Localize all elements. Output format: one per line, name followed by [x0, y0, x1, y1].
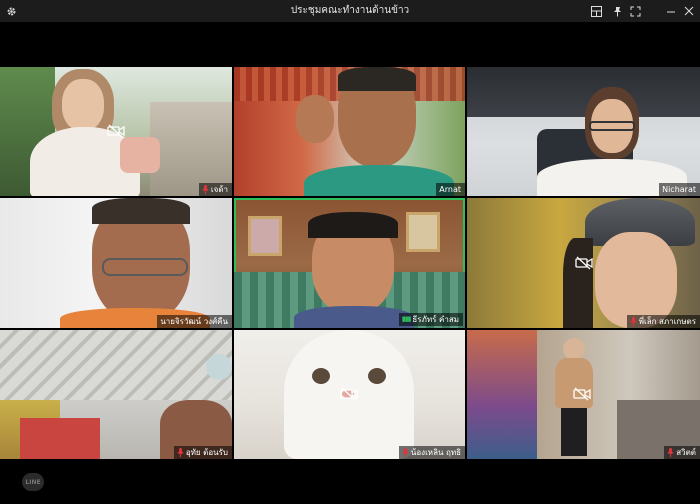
mic-muted-icon	[177, 448, 184, 457]
glasses	[102, 258, 188, 276]
participant-name: อุทัย ต้อนรับ	[185, 448, 228, 457]
participant-shirt	[304, 165, 454, 196]
participant-face	[62, 79, 104, 131]
participant-name-tag: เจด้า	[198, 183, 232, 196]
participant-hair	[308, 212, 398, 238]
layout-grid-icon[interactable]	[589, 4, 603, 18]
participant-name-tag: พี่เล็ก สภาเกษตร	[626, 315, 700, 328]
participant-tile[interactable]: เจด้า	[0, 67, 232, 196]
participant-tile[interactable]: Arnat	[234, 67, 465, 196]
participant-name-tag: สวิตต์	[664, 446, 700, 459]
mural-background	[467, 330, 537, 459]
bottom-bar	[0, 459, 700, 504]
participant-name-tag: Arnat	[436, 183, 465, 196]
participant-tile[interactable]: อุทัย ต้อนรับ	[0, 330, 232, 459]
red-boxes	[20, 418, 100, 459]
person-standing-legs	[561, 408, 587, 456]
participant-hair	[563, 238, 593, 328]
fullscreen-icon[interactable]	[628, 4, 642, 18]
mic-muted-icon	[402, 448, 409, 457]
participant-tile[interactable]: พี่เล็ก สภาเกษตร	[467, 198, 700, 328]
portrait-frame	[406, 212, 440, 252]
pin-icon[interactable]	[610, 4, 624, 18]
person-standing-head	[563, 338, 585, 360]
participant-name: พี่เล็ก สภาเกษตร	[638, 317, 696, 326]
participant-shirt	[294, 306, 414, 328]
mic-muted-icon	[667, 448, 674, 457]
window-titlebar: ประชุมคณะทำงานด้านข้าว	[0, 0, 700, 22]
camera-off-icon	[107, 124, 125, 138]
participant-name-tag: อุทัย ต้อนรับ	[173, 446, 232, 459]
participant-name: Nicharat	[662, 185, 696, 194]
cat-eye	[368, 368, 386, 384]
speaking-indicator-icon: ▮▮▮	[401, 315, 412, 323]
restaurant-background	[150, 102, 232, 196]
line-logo: LINE	[22, 473, 44, 491]
participant-tile[interactable]: น้องเหลิน ฤทธิ	[234, 330, 465, 459]
participant-name-tag: ▮▮▮ ธีรภัทร์ คำสม	[398, 313, 463, 326]
glasses	[589, 121, 635, 131]
participant-name-tag: นายจิรวัฒน์ วงศ์คืน	[157, 315, 232, 328]
minimize-icon[interactable]	[664, 4, 678, 18]
participant-name-tag: Nicharat	[659, 183, 700, 196]
screen-background	[467, 67, 700, 117]
video-grid: เจด้า Arnat Nicharat นายจิรวัฒน์ วงศ์คืน	[0, 67, 700, 459]
participant-hand	[296, 95, 334, 143]
cat-eye	[312, 368, 330, 384]
camera-off-icon	[575, 256, 593, 270]
participant-tile[interactable]: สวิตต์	[467, 330, 700, 459]
mic-muted-icon	[630, 317, 637, 326]
close-icon[interactable]	[682, 4, 696, 18]
participant-tile[interactable]: Nicharat	[467, 67, 700, 196]
fan-background	[206, 354, 232, 380]
mic-muted-icon	[202, 185, 209, 194]
participant-name-tag: น้องเหลิน ฤทธิ	[398, 446, 465, 459]
portrait-frame	[248, 216, 282, 256]
participant-name: เจด้า	[210, 185, 228, 194]
participant-name: สวิตต์	[676, 448, 696, 457]
participant-name: น้องเหลิน ฤทธิ	[410, 448, 461, 457]
shelf-background	[0, 330, 232, 400]
participant-name: นายจิรวัฒน์ วงศ์คืน	[160, 317, 228, 326]
camera-off-icon	[340, 387, 358, 401]
participant-face	[595, 232, 677, 328]
participant-hair	[338, 67, 416, 91]
participant-name: ธีรภัทร์ คำสม	[412, 315, 459, 324]
participant-hair	[92, 198, 190, 224]
participant-tile[interactable]: นายจิรวัฒน์ วงศ์คืน	[0, 198, 232, 328]
participant-tile-speaking[interactable]: ▮▮▮ ธีรภัทร์ คำสม	[234, 198, 465, 328]
participant-name: Arnat	[439, 185, 461, 194]
camera-off-icon	[573, 387, 591, 401]
drink-glass	[120, 137, 160, 173]
